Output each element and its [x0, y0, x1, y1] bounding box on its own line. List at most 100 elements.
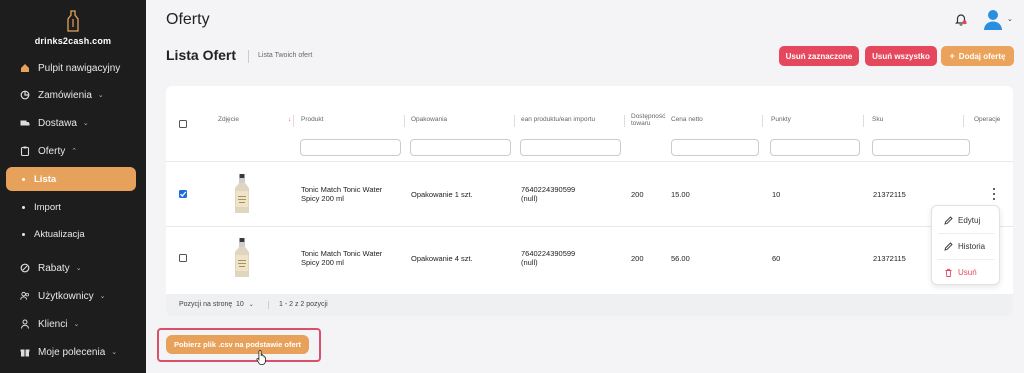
home-icon	[20, 63, 30, 73]
ean-value: 7640224390599 (null)	[521, 185, 576, 203]
column-header-product[interactable]: Produkt	[301, 116, 323, 123]
plus-icon: +	[949, 51, 955, 61]
sidebar-item-label: Pulpit nawigacyjny	[38, 62, 121, 74]
row-divider	[166, 161, 1013, 162]
packaging-filter-input[interactable]	[410, 139, 511, 156]
points-value: 10	[772, 190, 781, 199]
more-options-icon[interactable]	[992, 188, 996, 200]
row-divider	[166, 226, 1013, 227]
sidebar-item-offers[interactable]: Oferty ⌃	[6, 138, 136, 164]
offers-table: Zdjęcie ↓ Produkt Opakowania ean produkt…	[166, 86, 1013, 316]
sidebar-item-clients[interactable]: Klienci ⌄	[6, 311, 136, 337]
column-divider	[514, 115, 515, 127]
chevron-down-icon: ⌄	[73, 321, 80, 328]
sidebar-subitem-list[interactable]: Lista	[6, 167, 136, 191]
history-menu-item[interactable]: Historia	[932, 236, 999, 256]
sidebar-subitem-import[interactable]: Import	[6, 195, 136, 219]
product-name: Tonic Match Tonic Water Spicy 200 ml	[301, 185, 383, 203]
divider	[268, 301, 269, 309]
column-header-photo: Zdjęcie	[218, 116, 239, 123]
price-value: 15.00	[671, 190, 690, 199]
column-header-availability[interactable]: Dostępność towaru	[631, 113, 669, 127]
net-price-filter-input[interactable]	[671, 139, 759, 156]
divider	[248, 50, 249, 63]
page-title: Lista Ofert	[166, 47, 237, 63]
chevron-down-icon[interactable]: ⌄	[1007, 15, 1013, 23]
button-label: Usuń wszystko	[872, 51, 930, 61]
bell-icon[interactable]	[954, 12, 968, 26]
sidebar-item-discounts[interactable]: Rabaty ⌄	[6, 255, 136, 281]
product-filter-input[interactable]	[300, 139, 401, 156]
cart-icon	[20, 90, 30, 100]
sidebar-item-orders[interactable]: Zamówienia ⌄	[6, 82, 136, 108]
per-page-label: Pozycji na stronę	[179, 301, 233, 308]
delete-selected-button[interactable]: Usuń zaznaczone	[779, 46, 859, 66]
chevron-down-icon: ⌄	[82, 120, 89, 127]
sidebar-item-dashboard[interactable]: Pulpit nawigacyjny	[6, 55, 136, 81]
sidebar-item-label: Oferty	[38, 145, 66, 157]
chevron-up-icon: ⌃	[71, 148, 78, 155]
column-header-sku[interactable]: Sku	[872, 116, 883, 123]
points-value: 60	[772, 254, 781, 263]
menu-divider	[938, 259, 994, 260]
stock-value: 200	[631, 254, 644, 263]
sidebar-item-label: Rabaty	[38, 262, 70, 274]
packaging-value: Opakowanie 4 szt.	[411, 254, 473, 263]
sidebar-item-referrals[interactable]: Moje polecenia ⌄	[6, 339, 136, 365]
pencil-icon	[944, 241, 953, 251]
sku-value: 21372115	[873, 190, 906, 199]
product-image	[235, 238, 249, 277]
row-checkbox[interactable]	[179, 190, 187, 198]
points-filter-input[interactable]	[770, 139, 860, 156]
discount-icon	[20, 263, 30, 273]
per-page-select[interactable]: 10 ⌄	[236, 301, 254, 308]
chevron-down-icon: ⌄	[75, 265, 82, 272]
chevron-down-icon: ⌄	[248, 302, 254, 308]
sidebar-item-label: Użytkownicy	[38, 290, 94, 302]
check-icon	[180, 191, 187, 197]
gift-icon	[20, 347, 30, 357]
add-offer-button[interactable]: + Dodaj ofertę	[941, 46, 1014, 66]
row-checkbox[interactable]	[179, 254, 187, 262]
packaging-value: Opakowanie 1 szt.	[411, 190, 473, 199]
avatar[interactable]	[982, 8, 1004, 30]
sidebar-item-delivery[interactable]: Dostawa ⌄	[6, 110, 136, 136]
sidebar-item-label: Klienci	[38, 318, 68, 330]
ean-value: 7640224390599 (null)	[521, 249, 576, 267]
column-divider	[963, 115, 964, 127]
ean-filter-input[interactable]	[520, 139, 621, 156]
sidebar-item-label: Zamówienia	[38, 89, 92, 101]
sidebar-subitem-label: Import	[34, 201, 61, 213]
column-header-points[interactable]: Punkty	[771, 116, 791, 123]
button-label: Usuń zaznaczone	[785, 51, 853, 61]
logo[interactable]: drinks2cash.com	[0, 10, 146, 46]
row-actions-menu: Edytuj Historia Usuń	[931, 205, 1000, 285]
sidebar-subitem-label: Aktualizacja	[34, 228, 85, 240]
product-image	[235, 174, 249, 213]
trash-icon	[945, 268, 952, 277]
chevron-down-icon: ⌄	[99, 293, 106, 300]
price-value: 56.00	[671, 254, 690, 263]
hand-cursor-icon	[256, 350, 266, 365]
column-header-ean[interactable]: ean produktu/ean importu	[521, 116, 595, 123]
sidebar: drinks2cash.com Pulpit nawigacyjny Zamów…	[0, 0, 146, 373]
column-header-packaging[interactable]: Opakowania	[411, 116, 447, 123]
delete-menu-item[interactable]: Usuń	[932, 262, 999, 282]
sidebar-subitem-label: Lista	[34, 173, 57, 185]
chevron-down-icon: ⌄	[97, 92, 104, 99]
edit-menu-item[interactable]: Edytuj	[932, 210, 999, 230]
column-divider	[863, 115, 864, 127]
sort-arrow-icon[interactable]: ↓	[288, 116, 291, 123]
sidebar-item-users[interactable]: Użytkownicy ⌄	[6, 283, 136, 309]
delete-all-button[interactable]: Usuń wszystko	[865, 46, 937, 66]
sidebar-subitem-update[interactable]: Aktualizacja	[6, 222, 136, 246]
product-name: Tonic Match Tonic Water Spicy 200 ml	[301, 249, 383, 267]
export-csv-button[interactable]: Pobierz plik .csv na podstawie ofert	[166, 335, 309, 354]
select-all-checkbox[interactable]	[179, 120, 187, 128]
bullet-icon	[22, 205, 25, 209]
sidebar-item-label: Dostawa	[38, 117, 77, 129]
column-header-net-price[interactable]: Cena netto	[671, 116, 703, 123]
sku-filter-input[interactable]	[872, 139, 970, 156]
table-footer: Pozycji na stronę 10 ⌄ 1 - 2 z 2 pozycji	[166, 294, 1013, 316]
column-divider	[404, 115, 405, 127]
